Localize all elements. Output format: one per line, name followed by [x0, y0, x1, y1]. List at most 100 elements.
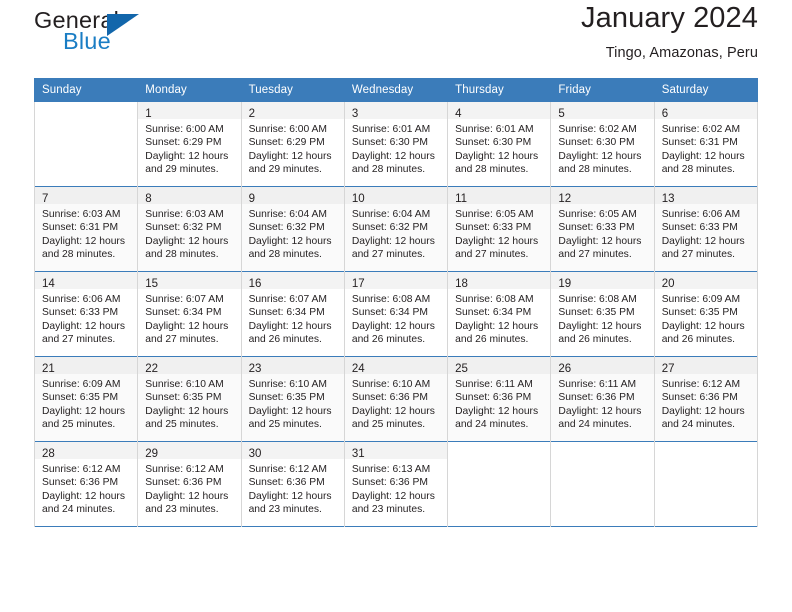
calendar-day-cell[interactable]: 12 Sunrise: 6:05 AM Sunset: 6:33 PM Dayligh… [550, 187, 655, 272]
calendar-week-row: 21 Sunrise: 6:09 AM Sunset: 6:35 PM Dayligh… [33, 357, 759, 442]
daylight-text: and 28 minutes. [455, 164, 529, 176]
calendar-day-cell[interactable]: 16 Sunrise: 6:07 AM Sunset: 6:34 PM Dayligh… [240, 272, 345, 357]
calendar-day-cell[interactable]: 24 Sunrise: 6:10 AM Sunset: 6:36 PM Dayligh… [343, 357, 449, 442]
calendar-day-cell[interactable]: 19 Sunrise: 6:08 AM Sunset: 6:35 PM Dayligh… [550, 272, 655, 357]
calendar-day-cell[interactable]: 4 Sunrise: 6:01 AM Sunset: 6:30 PM Daylight… [447, 101, 552, 187]
day-cell-content: 21 Sunrise: 6:09 AM Sunset: 6:35 PM Dayligh… [35, 357, 138, 441]
day-cell-content: 17 Sunrise: 6:08 AM Sunset: 6:34 PM Dayligh… [344, 272, 448, 356]
sunrise-text: Sunrise: 6:00 AM [145, 124, 224, 135]
calendar-day-cell[interactable]: 22 Sunrise: 6:10 AM Sunset: 6:35 PM Dayligh… [137, 357, 242, 442]
day-number: 15 [145, 278, 159, 290]
day-details: Sunrise: 6:09 AM Sunset: 6:35 PM Daylight:… [35, 374, 137, 432]
day-number-band: 21 [35, 357, 138, 375]
calendar-day-cell[interactable]: 8 Sunrise: 6:03 AM Sunset: 6:32 PM Daylight… [137, 187, 242, 272]
day-number-band: 24 [344, 357, 448, 375]
title-block: January 2024 Tingo, Amazonas, Peru [581, 0, 758, 61]
day-details: Sunrise: 6:02 AM Sunset: 6:31 PM Daylight:… [655, 119, 757, 177]
calendar-day-cell[interactable]: 31 Sunrise: 6:13 AM Sunset: 6:36 PM Dayligh… [343, 442, 449, 527]
sunset-text: Sunset: 6:30 PM [558, 137, 635, 149]
daylight-text: Daylight: 12 hours [248, 490, 332, 502]
sunrise-text: Sunrise: 6:02 AM [558, 124, 637, 135]
daylight-text: and 26 minutes. [558, 334, 632, 346]
daylight-text: Daylight: 12 hours [455, 150, 539, 162]
daylight-text: and 28 minutes. [145, 249, 219, 261]
day-number-band: 12 [551, 187, 654, 205]
calendar-day-cell[interactable]: 13 Sunrise: 6:06 AM Sunset: 6:33 PM Dayligh… [653, 187, 759, 272]
calendar-day-cell[interactable]: 27 Sunrise: 6:12 AM Sunset: 6:36 PM Dayligh… [653, 357, 759, 442]
day-cell-content: 7 Sunrise: 6:03 AM Sunset: 6:31 PM Daylight… [35, 187, 138, 271]
day-cell-content: 27 Sunrise: 6:12 AM Sunset: 6:36 PM Dayligh… [654, 357, 757, 441]
day-number: 24 [351, 363, 365, 375]
calendar-day-cell[interactable]: 3 Sunrise: 6:01 AM Sunset: 6:30 PM Daylight… [343, 101, 449, 187]
daylight-text: and 24 minutes. [42, 504, 116, 516]
calendar-day-cell[interactable]: 10 Sunrise: 6:04 AM Sunset: 6:32 PM Dayligh… [343, 187, 449, 272]
day-number-band: 5 [551, 102, 654, 120]
sunset-text: Sunset: 6:32 PM [351, 222, 428, 234]
daylight-text: Daylight: 12 hours [145, 320, 229, 332]
daylight-text: Daylight: 12 hours [661, 405, 745, 417]
sunset-text: Sunset: 6:31 PM [661, 137, 738, 149]
daylight-text: and 28 minutes. [248, 249, 322, 261]
calendar-day-cell[interactable]: 11 Sunrise: 6:05 AM Sunset: 6:33 PM Dayligh… [447, 187, 552, 272]
calendar-day-cell[interactable]: 30 Sunrise: 6:12 AM Sunset: 6:36 PM Dayligh… [240, 442, 345, 527]
calendar-day-cell[interactable]: 7 Sunrise: 6:03 AM Sunset: 6:31 PM Daylight… [33, 187, 139, 272]
day-details: Sunrise: 6:12 AM Sunset: 6:36 PM Daylight:… [138, 459, 240, 517]
sunset-text: Sunset: 6:35 PM [145, 392, 222, 404]
day-number-band: 9 [241, 187, 344, 205]
calendar-day-cell[interactable]: 28 Sunrise: 6:12 AM Sunset: 6:36 PM Dayligh… [33, 442, 139, 527]
calendar-day-cell[interactable]: 1 Sunrise: 6:00 AM Sunset: 6:29 PM Daylight… [137, 101, 242, 187]
weekday-header-friday: Friday [550, 78, 655, 102]
day-number: 1 [145, 108, 152, 120]
day-cell-content: 6 Sunrise: 6:02 AM Sunset: 6:31 PM Daylight… [654, 102, 757, 186]
daylight-text: Daylight: 12 hours [661, 320, 745, 332]
daylight-text: Daylight: 12 hours [455, 405, 539, 417]
calendar-day-cell[interactable]: 15 Sunrise: 6:07 AM Sunset: 6:34 PM Dayligh… [137, 272, 242, 357]
calendar-empty-cell [447, 442, 552, 527]
day-number: 7 [42, 193, 49, 205]
daylight-text: and 24 minutes. [661, 419, 735, 431]
calendar-day-cell[interactable]: 5 Sunrise: 6:02 AM Sunset: 6:30 PM Daylight… [550, 101, 655, 187]
calendar-day-cell[interactable]: 9 Sunrise: 6:04 AM Sunset: 6:32 PM Daylight… [240, 187, 345, 272]
sunrise-text: Sunrise: 6:11 AM [455, 379, 533, 390]
calendar-day-cell[interactable]: 18 Sunrise: 6:08 AM Sunset: 6:34 PM Dayligh… [447, 272, 552, 357]
daylight-text: and 25 minutes. [248, 419, 322, 431]
calendar-day-cell[interactable]: 21 Sunrise: 6:09 AM Sunset: 6:35 PM Dayligh… [33, 357, 139, 442]
calendar-day-cell[interactable]: 29 Sunrise: 6:12 AM Sunset: 6:36 PM Dayligh… [137, 442, 242, 527]
calendar-day-cell[interactable]: 14 Sunrise: 6:06 AM Sunset: 6:33 PM Dayligh… [33, 272, 139, 357]
calendar-day-cell[interactable]: 25 Sunrise: 6:11 AM Sunset: 6:36 PM Dayligh… [447, 357, 552, 442]
daylight-text: Daylight: 12 hours [248, 320, 332, 332]
day-number: 10 [351, 193, 365, 205]
daylight-text: and 27 minutes. [351, 249, 426, 261]
calendar-day-cell[interactable]: 6 Sunrise: 6:02 AM Sunset: 6:31 PM Daylight… [653, 101, 759, 187]
calendar-day-cell[interactable]: 17 Sunrise: 6:08 AM Sunset: 6:34 PM Dayligh… [343, 272, 449, 357]
sunrise-sunset-calendar: Sunday Monday Tuesday Wednesday Thursday… [33, 78, 759, 527]
day-number-band: 22 [138, 357, 241, 375]
day-number-band: 15 [138, 272, 241, 290]
daylight-text: and 29 minutes. [248, 164, 322, 176]
day-cell-content [655, 442, 757, 526]
calendar-day-cell[interactable]: 26 Sunrise: 6:11 AM Sunset: 6:36 PM Dayligh… [550, 357, 655, 442]
daylight-text: and 25 minutes. [42, 419, 116, 431]
day-number: 19 [558, 278, 572, 290]
day-number-band: 8 [138, 187, 241, 205]
day-number-band: 25 [448, 357, 551, 375]
calendar-page: General Blue January 2024 Tingo, Amazona… [0, 0, 792, 612]
calendar-day-cell[interactable]: 2 Sunrise: 6:00 AM Sunset: 6:29 PM Daylight… [240, 101, 345, 187]
day-number-band: 1 [138, 102, 241, 120]
weekday-header-monday: Monday [137, 78, 242, 102]
sunrise-text: Sunrise: 6:09 AM [42, 379, 121, 390]
daylight-text: Daylight: 12 hours [42, 235, 125, 247]
calendar-day-cell[interactable]: 20 Sunrise: 6:09 AM Sunset: 6:35 PM Dayligh… [653, 272, 759, 357]
daylight-text: Daylight: 12 hours [351, 320, 435, 332]
daylight-text: Daylight: 12 hours [558, 150, 642, 162]
day-details: Sunrise: 6:04 AM Sunset: 6:32 PM Daylight:… [345, 204, 447, 262]
daylight-text: and 24 minutes. [558, 419, 632, 431]
weekday-header-row: Sunday Monday Tuesday Wednesday Thursday… [33, 78, 759, 102]
calendar-day-cell[interactable]: 23 Sunrise: 6:10 AM Sunset: 6:35 PM Dayligh… [240, 357, 345, 442]
day-number: 27 [661, 363, 675, 375]
sunrise-text: Sunrise: 6:01 AM [455, 124, 534, 135]
day-details: Sunrise: 6:08 AM Sunset: 6:34 PM Daylight:… [448, 289, 550, 347]
daylight-text: Daylight: 12 hours [558, 320, 642, 332]
daylight-text: Daylight: 12 hours [558, 235, 642, 247]
day-cell-content: 26 Sunrise: 6:11 AM Sunset: 6:36 PM Dayligh… [551, 357, 654, 441]
